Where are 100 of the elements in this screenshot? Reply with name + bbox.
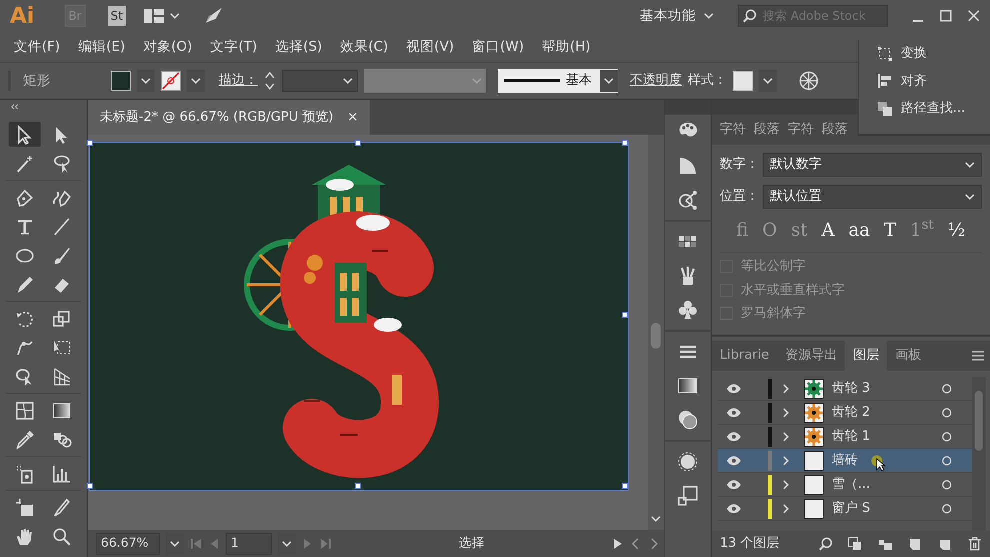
panel-tab[interactable]: Librarie: [712, 341, 778, 371]
collapse-arrows-icon[interactable]: [10, 104, 20, 110]
target-circle-icon[interactable]: [942, 480, 952, 490]
panel-menu-icon[interactable]: [972, 351, 984, 361]
stroke-label[interactable]: 描边：: [219, 71, 258, 91]
stock-button[interactable]: St: [108, 6, 126, 26]
rocket-icon[interactable]: [204, 7, 224, 25]
free-transform-icon[interactable]: [52, 338, 72, 358]
locate-object-icon[interactable]: [848, 537, 862, 551]
stroke-weight-field[interactable]: [282, 70, 358, 92]
tool-button[interactable]: [8, 122, 41, 147]
search-icon[interactable]: [818, 537, 832, 551]
menu-item[interactable]: 文字(T): [210, 36, 258, 58]
panel-tab[interactable]: 资源导出: [777, 341, 846, 371]
menu-item[interactable]: 视图(V): [406, 36, 454, 58]
eye-icon[interactable]: [726, 384, 742, 394]
target-circle-icon[interactable]: [942, 432, 952, 442]
eye-icon[interactable]: [726, 456, 742, 466]
expand-chevron-icon[interactable]: [782, 504, 790, 514]
club-icon[interactable]: [677, 299, 699, 321]
selection-handle[interactable]: [622, 312, 628, 318]
line-segment-icon[interactable]: [52, 216, 72, 236]
scroll-thumb[interactable]: [651, 323, 661, 349]
lasso-icon[interactable]: [52, 154, 72, 174]
eye-icon[interactable]: [726, 408, 742, 418]
bar-chart-icon[interactable]: [52, 464, 72, 484]
selection-handle[interactable]: [355, 140, 361, 146]
panel-tab[interactable]: 段落: [750, 115, 784, 145]
selection-handle[interactable]: [355, 483, 361, 489]
layer-row[interactable]: 雪（...: [718, 473, 972, 497]
layout-icon[interactable]: [144, 9, 164, 23]
style-swatch[interactable]: [733, 71, 753, 91]
node-circle-icon[interactable]: [677, 189, 699, 211]
overlapping-circles-icon[interactable]: [677, 409, 699, 431]
style-dropdown[interactable]: [759, 70, 777, 92]
new-layer-icon[interactable]: [938, 537, 952, 551]
pen-icon[interactable]: [14, 188, 35, 208]
expand-chevron-icon[interactable]: [782, 408, 790, 418]
recolor-wheel-icon[interactable]: [799, 71, 819, 91]
panel-tab[interactable]: 段落: [818, 115, 852, 145]
scale-icon[interactable]: [52, 308, 72, 328]
layer-row[interactable]: 齿轮 3: [718, 377, 972, 401]
target-circle-icon[interactable]: [942, 384, 952, 394]
layer-row[interactable]: 墙砖: [718, 449, 972, 473]
hand-icon[interactable]: [14, 526, 35, 546]
play-icon[interactable]: [612, 538, 624, 550]
target-circle-icon[interactable]: [942, 408, 952, 418]
gradient-icon[interactable]: [52, 400, 72, 420]
maximize-icon[interactable]: [940, 10, 952, 22]
clipping-mask-icon[interactable]: [878, 537, 892, 551]
menu-item[interactable]: 选择(S): [275, 36, 322, 58]
number-style-dropdown[interactable]: 默认数字: [763, 153, 982, 177]
panel-item[interactable]: 路径查找...: [869, 99, 980, 118]
layer-name[interactable]: 齿轮 1: [832, 426, 908, 446]
eye-icon[interactable]: [726, 504, 742, 514]
panel-tab[interactable]: 画板: [887, 341, 930, 371]
brush-icon[interactable]: [52, 246, 72, 266]
stroke-weight-spinner[interactable]: [264, 70, 276, 92]
dashed-circle-icon[interactable]: [677, 451, 699, 473]
quarter-shape-icon[interactable]: [677, 155, 699, 177]
artboard-icon[interactable]: [14, 498, 35, 518]
new-sublayer-icon[interactable]: [908, 537, 922, 551]
menu-item[interactable]: 编辑(E): [78, 36, 126, 58]
eyedropper-icon[interactable]: [14, 430, 35, 450]
layer-name[interactable]: 齿轮 3: [832, 378, 908, 398]
expand-chevron-icon[interactable]: [782, 456, 790, 466]
perspective-grid-icon[interactable]: [52, 366, 72, 386]
page-field[interactable]: 1: [226, 532, 272, 554]
zoom-field[interactable]: 66.67%: [96, 532, 160, 554]
panel-item[interactable]: 变换: [869, 44, 980, 64]
glyph-option-button[interactable]: ½: [945, 217, 968, 244]
panel-tab[interactable]: 字符: [784, 115, 818, 145]
eye-icon[interactable]: [726, 432, 742, 442]
menu-item[interactable]: 对象(O): [143, 36, 193, 58]
layer-name[interactable]: 雪（...: [832, 474, 908, 494]
menu-item[interactable]: 文件(F): [14, 36, 60, 58]
expand-chevron-icon[interactable]: [782, 384, 790, 394]
layer-name[interactable]: 窗户 S: [832, 498, 908, 518]
fill-swatch[interactable]: [111, 71, 131, 91]
fill-dropdown[interactable]: [137, 70, 155, 92]
stroke-dropdown[interactable]: [187, 70, 205, 92]
expand-chevron-icon[interactable]: [782, 480, 790, 490]
glyph-option-button[interactable]: aa: [846, 217, 874, 244]
target-circle-icon[interactable]: [942, 504, 952, 514]
menu-item[interactable]: 帮助(H): [542, 36, 591, 58]
overlapping-squares-icon[interactable]: [677, 485, 699, 507]
selection-handle[interactable]: [87, 483, 93, 489]
expand-chevron-icon[interactable]: [782, 432, 790, 442]
magic-wand-icon[interactable]: [14, 154, 35, 174]
target-circle-icon[interactable]: [942, 456, 952, 466]
tab-close-button[interactable]: ×: [348, 108, 358, 128]
stroke-none-swatch[interactable]: [161, 71, 181, 91]
menu-item[interactable]: 效果(C): [340, 36, 388, 58]
glyph-option-button[interactable]: A: [818, 217, 838, 244]
eye-icon[interactable]: [726, 480, 742, 490]
layer-row[interactable]: 窗户 S: [718, 497, 972, 521]
glyph-option-button[interactable]: T: [881, 217, 900, 244]
position-dropdown[interactable]: 默认位置: [763, 185, 982, 209]
menu-item[interactable]: 窗口(W): [472, 36, 524, 58]
panel-tab[interactable]: 字符: [716, 115, 750, 145]
